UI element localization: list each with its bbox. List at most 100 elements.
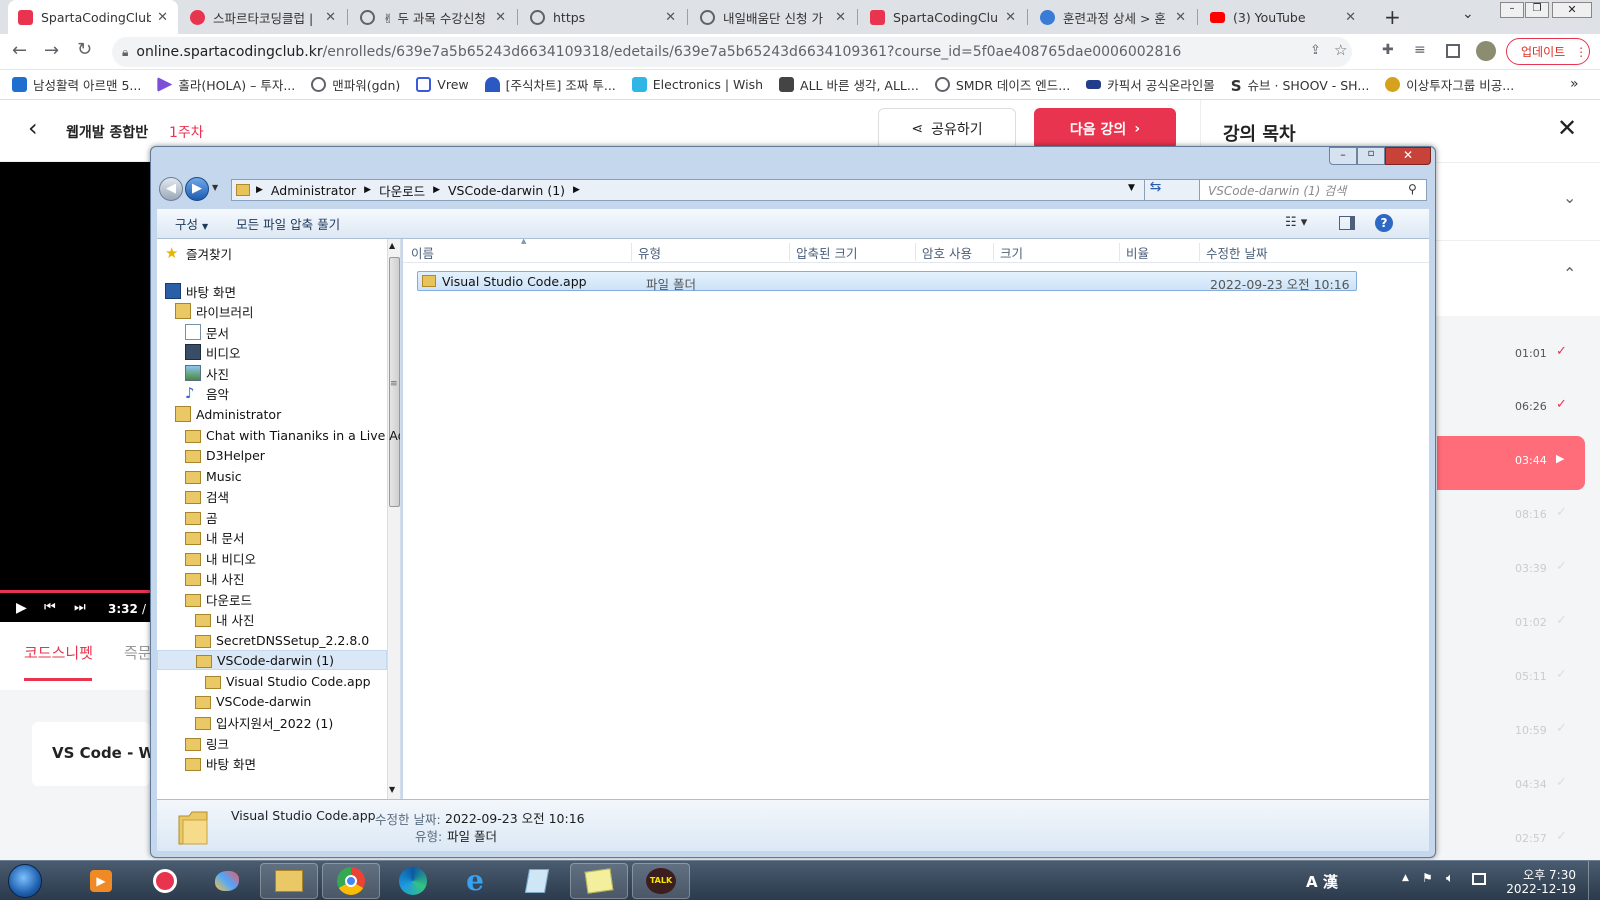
preview-pane-icon[interactable] (1339, 216, 1355, 230)
minimize-button[interactable]: – (1329, 147, 1357, 165)
share-button[interactable]: ⋖ 공유하기 (878, 108, 1016, 150)
clock-date[interactable]: 2022-12-19 (1502, 882, 1576, 896)
nav-item[interactable]: VSCode-darwin (195, 691, 311, 711)
maximize-button[interactable]: ▫ (1357, 147, 1385, 165)
nav-item[interactable]: ★ 즐겨찾기 (165, 243, 232, 263)
nav-item[interactable]: VSCode-darwin (1) (157, 650, 387, 670)
snippet-card[interactable]: VS Code - Wi (32, 722, 160, 786)
tab-training[interactable]: 훈련과정 상세 > 훈 ✕ (1030, 0, 1196, 34)
avatar[interactable] (1476, 41, 1496, 61)
nav-item[interactable]: 다운로드 (185, 589, 252, 609)
nav-item[interactable]: 바탕 화면 (185, 753, 256, 773)
nav-item[interactable]: 곰 (185, 507, 218, 527)
nav-item[interactable]: D3Helper (185, 445, 265, 465)
nav-item[interactable]: 사진 (185, 363, 229, 383)
extensions-icon[interactable]: ✚ (1382, 42, 1394, 58)
next-lecture-button[interactable]: 다음 강의 › (1034, 108, 1176, 150)
close-icon[interactable]: ✕ (1345, 10, 1356, 25)
bookmark-item[interactable]: SMDR 데이즈 엔드... (934, 75, 1070, 94)
chrome-icon[interactable] (322, 863, 380, 899)
show-desktop-button[interactable] (1588, 861, 1600, 900)
file-row[interactable]: Visual Studio Code.app 파일 폴더 2022-09-23 … (417, 271, 1357, 292)
tab-search-chevron-icon[interactable]: ⌄ (1462, 6, 1474, 22)
bookmark-item[interactable]: S 슈브 · SHOOV - SH... (1231, 75, 1370, 95)
bookmark-item[interactable]: 남성활력 아르맨 5... (12, 75, 141, 94)
nav-item[interactable]: Administrator (175, 404, 281, 424)
close-icon[interactable]: ✕ (1005, 10, 1016, 25)
back-button[interactable]: ◀ (159, 177, 183, 201)
nav-item[interactable]: 내 비디오 (185, 548, 256, 568)
tab-https[interactable]: https ✕ (520, 0, 686, 34)
file-explorer-icon[interactable] (260, 863, 318, 899)
column-size[interactable]: 크기 (993, 243, 1119, 261)
refresh-icon[interactable]: ⇆ (1144, 179, 1166, 201)
close-icon[interactable]: ✕ (1557, 114, 1577, 142)
tab-sparta-2[interactable]: 스파르타코딩클럽 | ✕ (180, 0, 346, 34)
close-icon[interactable]: ✕ (835, 10, 846, 25)
back-chevron-icon[interactable]: ‹ (28, 114, 38, 142)
help-icon[interactable]: ? (1375, 214, 1393, 232)
address-breadcrumb[interactable]: ▶ Administrator ▶ 다운로드 ▶ VSCode-darwin (… (231, 179, 1211, 201)
close-icon[interactable]: ✕ (665, 10, 676, 25)
navigation-scrollbar[interactable]: ▲ ▼ (387, 239, 400, 799)
close-icon[interactable]: ✕ (157, 10, 168, 25)
next-icon[interactable]: ⏭ (74, 600, 86, 615)
tab-course-apply[interactable]: ✌ 두 과목 수강신청 ✕ (350, 0, 516, 34)
nav-item[interactable]: 비디오 (185, 342, 241, 362)
clock-time[interactable]: 오후 7:30 (1506, 866, 1576, 883)
nav-item[interactable]: 라이브러리 (175, 301, 254, 321)
minimize-button[interactable]: – (1500, 2, 1524, 18)
notepad-icon[interactable] (508, 863, 566, 899)
chevron-up-icon[interactable]: ⌃ (1563, 264, 1576, 283)
column-packed-size[interactable]: 압축된 크기 (789, 243, 915, 261)
nav-item[interactable]: Chat with Tiananiks in a Live Adi (185, 425, 400, 445)
bookmark-star-icon[interactable]: ☆ (1334, 41, 1347, 59)
tab-code-snippet[interactable]: 코드스니펫 (24, 642, 93, 663)
edge-icon[interactable] (384, 863, 442, 899)
nav-item[interactable]: 검색 (185, 486, 229, 506)
address-bar[interactable]: 🔒︎ online.spartacodingclub.kr/enrolleds/… (112, 37, 1352, 67)
bookmark-item[interactable]: ALL 바른 생각, ALL... (779, 75, 919, 94)
tab-spartacodingclub-active[interactable]: SpartaCodingClub ✕ (8, 0, 178, 34)
network-icon[interactable] (1472, 873, 1486, 885)
bookmarks-more-button[interactable]: » (1570, 76, 1579, 92)
play-icon[interactable]: ▶ (16, 600, 27, 616)
side-panel-icon[interactable] (1446, 44, 1460, 58)
kakaotalk-icon[interactable]: TALK (632, 863, 690, 899)
chevron-down-icon[interactable]: ⌄ (1563, 188, 1576, 207)
column-password[interactable]: 암호 사용 (915, 243, 993, 261)
start-orb-icon[interactable] (8, 864, 42, 898)
nav-item[interactable]: 문서 (185, 322, 229, 342)
internet-explorer-icon[interactable]: e (446, 863, 504, 899)
bookmark-item[interactable]: 카픽서 공식온라인몰 (1086, 75, 1215, 94)
tab-naeil[interactable]: 내일배움단 신청 가 ✕ (690, 0, 856, 34)
address-dropdown-icon[interactable]: ▼ (1128, 183, 1135, 193)
close-icon[interactable]: ✕ (495, 10, 506, 25)
nav-item[interactable]: 내 사진 (195, 609, 254, 629)
video-player[interactable]: ▶ ⏮ ⏭ 3:32 / (0, 162, 150, 622)
close-icon[interactable]: ✕ (325, 10, 336, 25)
bookmark-item[interactable]: 홀라(HOLA) – 투자... (157, 75, 295, 94)
back-arrow-icon[interactable]: ← (12, 40, 27, 61)
update-button[interactable]: 업데이트 ⋮ (1506, 38, 1590, 65)
tab-youtube[interactable]: (3) YouTube ✕ (1200, 0, 1366, 34)
volume-icon[interactable]: 🔈︎ (1446, 871, 1454, 886)
reload-icon[interactable]: ↻ (77, 39, 92, 60)
breadcrumb-downloads[interactable]: 다운로드 (379, 181, 425, 200)
show-hidden-icons-icon[interactable]: ▲ (1402, 873, 1409, 883)
potplayer-icon[interactable] (136, 863, 194, 899)
column-ratio[interactable]: 비율 (1119, 243, 1199, 261)
new-tab-button[interactable]: + (1384, 5, 1401, 29)
flag-icon[interactable]: ⚑ (1422, 871, 1433, 885)
column-name[interactable]: 이름 (405, 243, 625, 261)
close-window-button[interactable]: ✕ (1552, 2, 1592, 18)
column-modified[interactable]: 수정한 날짜 (1199, 243, 1359, 261)
bookmark-item[interactable]: Vrew (416, 77, 469, 92)
organize-button[interactable]: 구성 ▼ (175, 214, 208, 233)
bookmark-item[interactable]: [주식차트] 조짜 투... (484, 75, 616, 94)
nav-item[interactable]: 링크 (185, 733, 229, 753)
column-type[interactable]: 유형 (631, 243, 789, 261)
share-icon[interactable]: ⇪ (1310, 43, 1321, 58)
search-icon[interactable]: ⚲ (1408, 182, 1417, 196)
breadcrumb-vscode-darwin[interactable]: VSCode-darwin (1) (448, 183, 565, 198)
